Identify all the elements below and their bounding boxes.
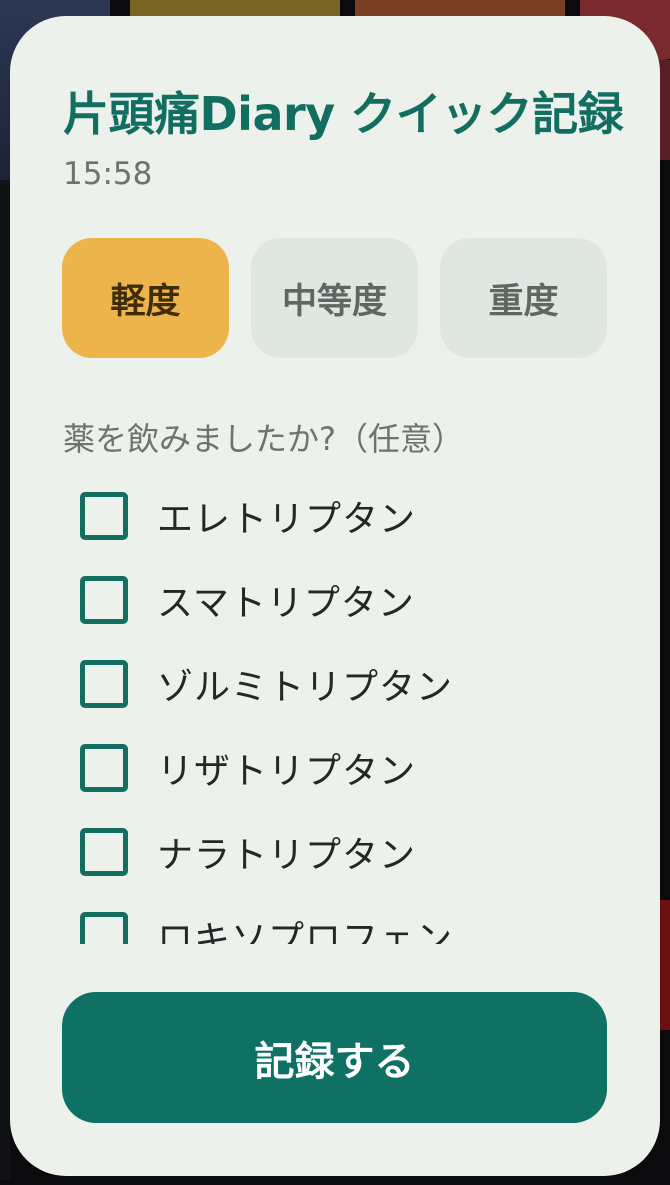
checkbox-unchecked-icon[interactable]	[80, 828, 128, 876]
checkbox-unchecked-icon[interactable]	[80, 576, 128, 624]
medication-list[interactable]: エレトリプタン スマトリプタン ゾルミトリプタン リザトリプタン ナラトリプタン…	[10, 476, 660, 944]
checkbox-unchecked-icon[interactable]	[80, 912, 128, 944]
medication-question: 薬を飲みましたか?（任意）	[63, 420, 464, 458]
medication-item-eletriptan[interactable]: エレトリプタン	[80, 486, 416, 546]
background-app-edge	[0, 180, 10, 1180]
record-submit-button[interactable]: 記録する	[62, 992, 607, 1123]
severity-mild-button[interactable]: 軽度	[62, 238, 229, 358]
severity-selector: 軽度 中等度 重度	[62, 238, 607, 358]
medication-item-naratriptan[interactable]: ナラトリプタン	[80, 822, 416, 882]
medication-label: エレトリプタン	[157, 499, 417, 540]
medication-label: スマトリプタン	[157, 583, 415, 624]
medication-item-zolmitriptan[interactable]: ゾルミトリプタン	[80, 654, 453, 714]
medication-label: ロキソプロフェン	[157, 919, 454, 944]
medication-item-loxoprofen[interactable]: ロキソプロフェン	[80, 906, 453, 944]
current-time: 15:58	[63, 156, 153, 192]
checkbox-unchecked-icon[interactable]	[80, 492, 128, 540]
medication-item-sumatriptan[interactable]: スマトリプタン	[80, 570, 415, 630]
checkbox-unchecked-icon[interactable]	[80, 660, 128, 708]
medication-label: ゾルミトリプタン	[157, 667, 454, 708]
medication-item-rizatriptan[interactable]: リザトリプタン	[80, 738, 416, 798]
medication-label: ナラトリプタン	[157, 835, 417, 876]
quick-record-dialog: 片頭痛Diary クイック記録 15:58 軽度 中等度 重度 薬を飲みましたか…	[10, 16, 660, 1176]
severity-moderate-button[interactable]: 中等度	[251, 238, 418, 358]
medication-label: リザトリプタン	[157, 751, 417, 792]
dialog-title: 片頭痛Diary クイック記録	[63, 87, 624, 141]
checkbox-unchecked-icon[interactable]	[80, 744, 128, 792]
severity-severe-button[interactable]: 重度	[440, 238, 607, 358]
